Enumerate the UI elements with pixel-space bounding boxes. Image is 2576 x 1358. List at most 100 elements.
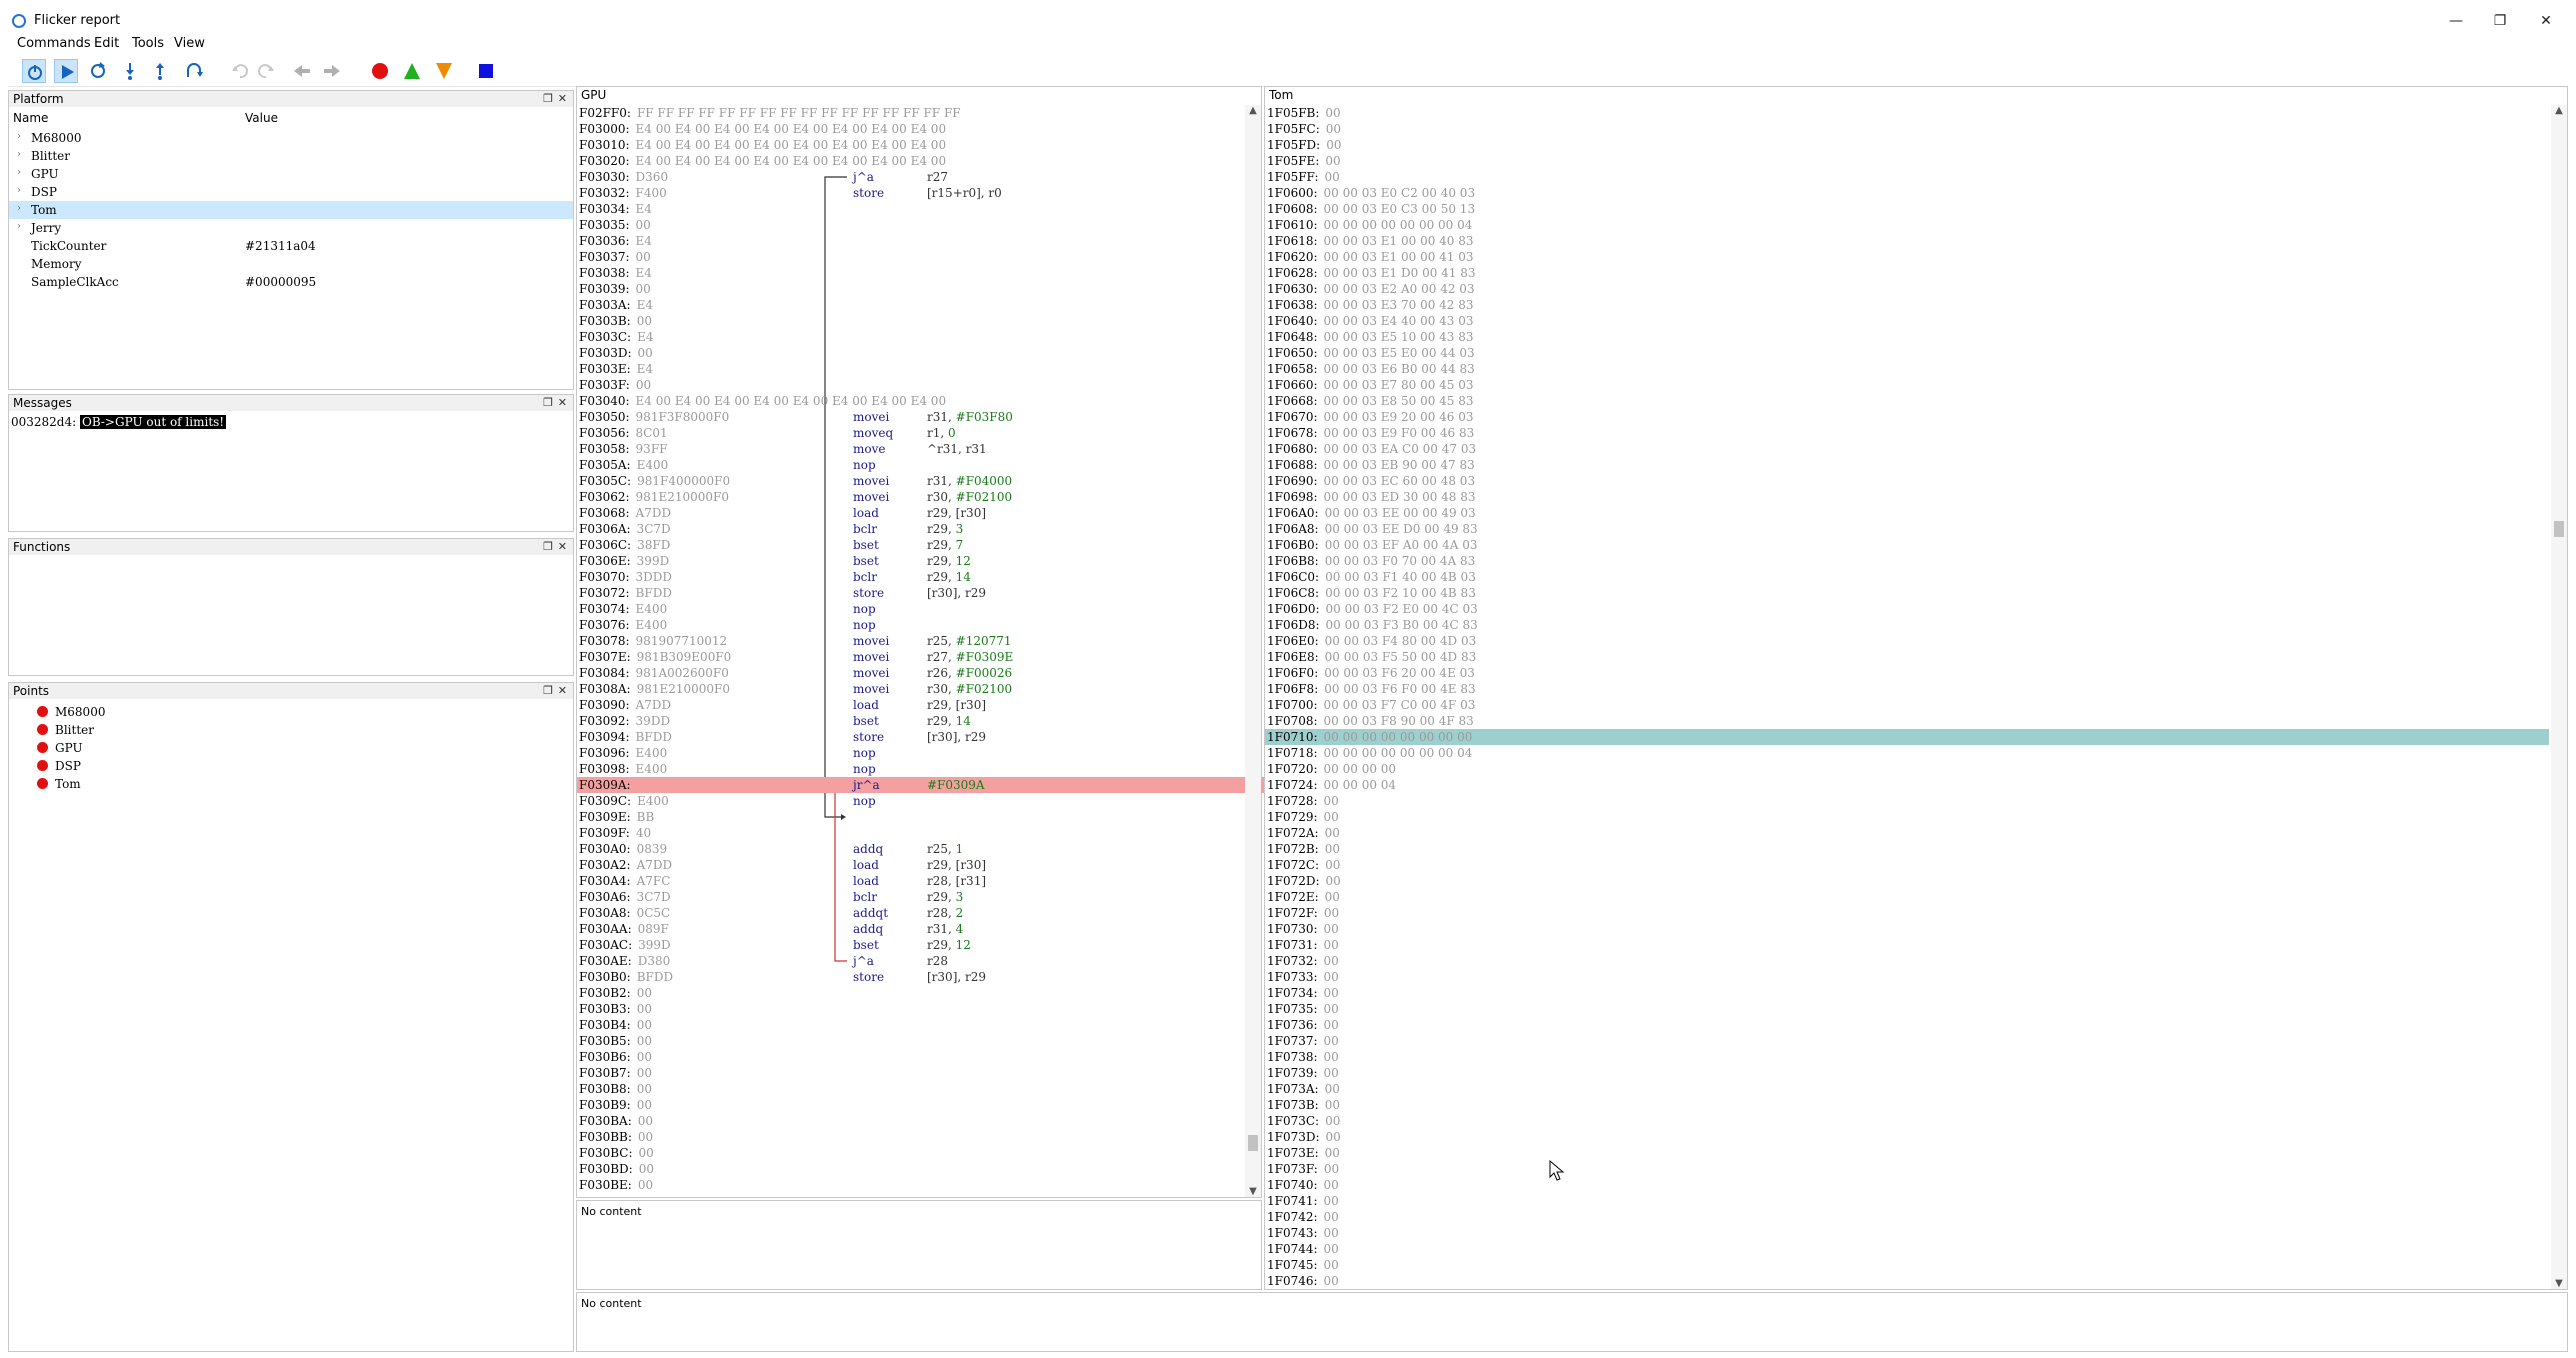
code-line[interactable]: F030AE: D380 j^a r28 [579, 953, 1239, 969]
code-line[interactable]: F030B0: BFDD store [r30], r29 [579, 969, 1239, 985]
memory-line[interactable]: 1F0744: 00 [1267, 1241, 1339, 1257]
code-line[interactable]: F030A2: A7DD load r29, [r30] [579, 857, 1239, 873]
code-line[interactable]: F03062: 981E210000F0 movei r30, #F02100 [579, 489, 1239, 505]
code-line[interactable]: F0306C: 38FD bset r29, 7 [579, 537, 1239, 553]
chevron-right-icon[interactable]: › [17, 131, 21, 142]
float-icon[interactable]: ❐ [543, 683, 553, 699]
message-item[interactable]: 003282d4: OB->GPU out of limits! [11, 415, 227, 429]
memory-line[interactable]: 1F073A: 00 [1267, 1081, 1340, 1097]
chevron-right-icon[interactable]: › [17, 185, 21, 196]
code-line[interactable]: F030B2: 00 [579, 985, 1239, 1001]
memory-line[interactable]: 1F0736: 00 [1267, 1017, 1339, 1033]
memory-line[interactable]: 1F05FB: 00 [1267, 105, 1341, 121]
restart-button[interactable] [86, 59, 110, 83]
memory-line[interactable]: 1F0729: 00 [1267, 809, 1339, 825]
code-line[interactable]: F030BC: 00 [579, 1145, 1239, 1161]
memory-line[interactable]: 1F0718: 00 00 00 00 00 00 00 04 [1267, 745, 1472, 761]
tom-memory-view[interactable]: 1F05FB: 00 1F05FC: 00 1F05FD: 00 1F05FE: 00 1F05… [1265, 103, 2551, 1289]
code-line[interactable]: F030A0: 0839 addq r25, 1 [579, 841, 1239, 857]
tree-row[interactable]: TickCounter #21311a04 [9, 237, 573, 255]
memory-line[interactable]: 1F0668: 00 00 03 E8 50 00 45 83 [1267, 393, 1474, 409]
restore-button[interactable]: ❐ [2478, 8, 2522, 34]
memory-line[interactable]: 1F0608: 00 00 03 E0 C3 00 50 13 [1267, 201, 1475, 217]
memory-line[interactable]: 1F0739: 00 [1267, 1065, 1339, 1081]
memory-line[interactable]: 1F073C: 00 [1267, 1113, 1340, 1129]
code-line[interactable]: F03035: 00 [579, 217, 1239, 233]
memory-line[interactable]: 1F0708: 00 00 03 F8 90 00 4F 83 [1267, 713, 1474, 729]
memory-line[interactable]: 1F0658: 00 00 03 E6 B0 00 44 83 [1267, 361, 1475, 377]
code-line[interactable]: F030A8: 0C5C addqt r28, 2 [579, 905, 1239, 921]
code-line[interactable]: F030BD: 00 [579, 1161, 1239, 1177]
code-line[interactable]: F0305C: 981F400000F0 movei r31, #F04000 [579, 473, 1239, 489]
memory-line[interactable]: 1F0710: 00 00 00 00 00 00 00 00 [1267, 729, 1472, 745]
memory-line[interactable]: 1F0678: 00 00 03 E9 F0 00 46 83 [1267, 425, 1474, 441]
code-line[interactable]: F03090: A7DD load r29, [r30] [579, 697, 1239, 713]
memory-line[interactable]: 1F0724: 00 00 00 04 [1267, 777, 1396, 793]
memory-line[interactable]: 1F0690: 00 00 03 EC 60 00 48 03 [1267, 473, 1475, 489]
code-line[interactable]: F03074: E400 nop [579, 601, 1239, 617]
code-line[interactable]: F0306A: 3C7D bclr r29, 3 [579, 521, 1239, 537]
chevron-right-icon[interactable]: › [17, 221, 21, 232]
memory-line[interactable]: 1F06D8: 00 00 03 F3 B0 00 4C 83 [1267, 617, 1478, 633]
code-line[interactable]: F03058: 93FF move ^r31, r31 [579, 441, 1239, 457]
memory-line[interactable]: 1F0745: 00 [1267, 1257, 1339, 1273]
code-line[interactable]: F0308A: 981E210000F0 movei r30, #F02100 [579, 681, 1239, 697]
code-line[interactable]: F03092: 39DD bset r29, 14 [579, 713, 1239, 729]
code-line[interactable]: F03010: E4 00 E4 00 E4 00 E4 00 E4 00 E4 … [579, 137, 1239, 153]
menu-edit[interactable]: Edit [94, 36, 119, 51]
breakpoint-button[interactable] [368, 59, 392, 83]
code-line[interactable]: F0305A: E400 nop [579, 457, 1239, 473]
memory-line[interactable]: 1F0630: 00 00 03 E2 A0 00 42 03 [1267, 281, 1475, 297]
code-line[interactable]: F03039: 00 [579, 281, 1239, 297]
chevron-up-icon[interactable]: ▲ [1245, 105, 1261, 116]
code-line[interactable]: F03034: E4 [579, 201, 1239, 217]
memory-line[interactable]: 1F0618: 00 00 03 E1 00 00 40 83 [1267, 233, 1474, 249]
code-line[interactable]: F0309A: jr^a #F0309A [579, 777, 1239, 793]
memory-line[interactable]: 1F073E: 00 [1267, 1145, 1340, 1161]
code-line[interactable]: F030BB: 00 [579, 1129, 1239, 1145]
code-line[interactable]: F03056: 8C01 moveq r1, 0 [579, 425, 1239, 441]
code-line[interactable]: F03098: E400 nop [579, 761, 1239, 777]
close-icon[interactable]: ✕ [558, 683, 567, 699]
memory-line[interactable]: 1F0600: 00 00 03 E0 C2 00 40 03 [1267, 185, 1475, 201]
memory-line[interactable]: 1F0742: 00 [1267, 1209, 1339, 1225]
memory-line[interactable]: 1F06C8: 00 00 03 F2 10 00 4B 83 [1267, 585, 1476, 601]
code-line[interactable]: F030BE: 00 [579, 1177, 1239, 1193]
close-icon[interactable]: ✕ [558, 539, 567, 555]
code-line[interactable]: F03020: E4 00 E4 00 E4 00 E4 00 E4 00 E4 … [579, 153, 1239, 169]
code-line[interactable]: F030B3: 00 [579, 1001, 1239, 1017]
tom-scrollbar[interactable]: ▲ ▼ [2551, 105, 2567, 1289]
memory-line[interactable]: 1F06A8: 00 00 03 EE D0 00 49 83 [1267, 521, 1478, 537]
memory-line[interactable]: 1F0740: 00 [1267, 1177, 1339, 1193]
memory-line[interactable]: 1F05FC: 00 [1267, 121, 1341, 137]
code-line[interactable]: F03037: 00 [579, 249, 1239, 265]
memory-line[interactable]: 1F05FE: 00 [1267, 153, 1341, 169]
code-line[interactable]: F0309E: BB [579, 809, 1239, 825]
memory-line[interactable]: 1F0730: 00 [1267, 921, 1339, 937]
code-line[interactable]: F030B4: 00 [579, 1017, 1239, 1033]
memory-line[interactable]: 1F0620: 00 00 03 E1 00 00 41 03 [1267, 249, 1474, 265]
code-line[interactable]: F030A6: 3C7D bclr r29, 3 [579, 889, 1239, 905]
code-line[interactable]: F0306E: 399D bset r29, 12 [579, 553, 1239, 569]
float-icon[interactable]: ❐ [543, 539, 553, 555]
chevron-right-icon[interactable]: › [17, 149, 21, 160]
memory-line[interactable]: 1F0731: 00 [1267, 937, 1339, 953]
code-line[interactable]: F03038: E4 [579, 265, 1239, 281]
scroll-thumb[interactable] [1248, 1135, 1258, 1151]
memory-line[interactable]: 1F0741: 00 [1267, 1193, 1339, 1209]
memory-line[interactable]: 1F06A0: 00 00 03 EE 00 00 49 03 [1267, 505, 1476, 521]
code-line[interactable]: F03076: E400 nop [579, 617, 1239, 633]
memory-line[interactable]: 1F0734: 00 [1267, 985, 1339, 1001]
tree-row[interactable]: › DSP [9, 183, 573, 201]
memory-line[interactable]: 1F0728: 00 [1267, 793, 1339, 809]
code-line[interactable]: F03036: E4 [579, 233, 1239, 249]
memory-line[interactable]: 1F0698: 00 00 03 ED 30 00 48 83 [1267, 489, 1476, 505]
code-line[interactable]: F0303A: E4 [579, 297, 1239, 313]
code-line[interactable]: F030B5: 00 [579, 1033, 1239, 1049]
memory-line[interactable]: 1F0743: 00 [1267, 1225, 1339, 1241]
stop-button[interactable] [474, 59, 498, 83]
tree-row[interactable]: Memory [9, 255, 573, 273]
code-line[interactable]: F03084: 981A002600F0 movei r26, #F00026 [579, 665, 1239, 681]
code-line[interactable]: F0303B: 00 [579, 313, 1239, 329]
triangle-down-button[interactable] [432, 59, 456, 83]
